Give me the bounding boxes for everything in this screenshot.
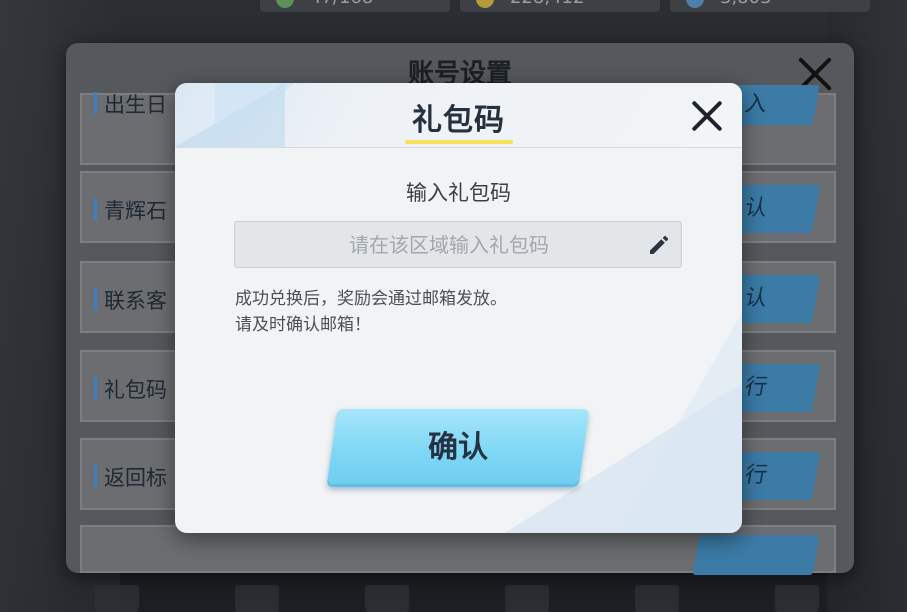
gift-code-field[interactable] [234,221,682,268]
confirm-button[interactable] [326,409,590,487]
dialog-title: 礼包码 [412,103,505,138]
input-prompt: 输入礼包码 [406,181,511,205]
close-icon[interactable] [690,99,724,133]
title-underline [405,140,513,144]
note-line: 请及时确认邮箱！ [235,315,371,335]
note-line: 成功兑换后，奖励会通过邮箱发放。 [235,289,507,309]
header-divider [175,147,742,148]
gift-code-input[interactable] [235,222,645,267]
pencil-icon[interactable] [647,233,671,257]
body-decoration [615,313,742,533]
gift-code-dialog: 礼包码 输入礼包码 成功兑换后，奖励会通过邮箱发放。 请及时确认邮箱！ 确认 [175,83,742,533]
redeem-note: 成功兑换后，奖励会通过邮箱发放。 请及时确认邮箱！ [235,286,507,338]
